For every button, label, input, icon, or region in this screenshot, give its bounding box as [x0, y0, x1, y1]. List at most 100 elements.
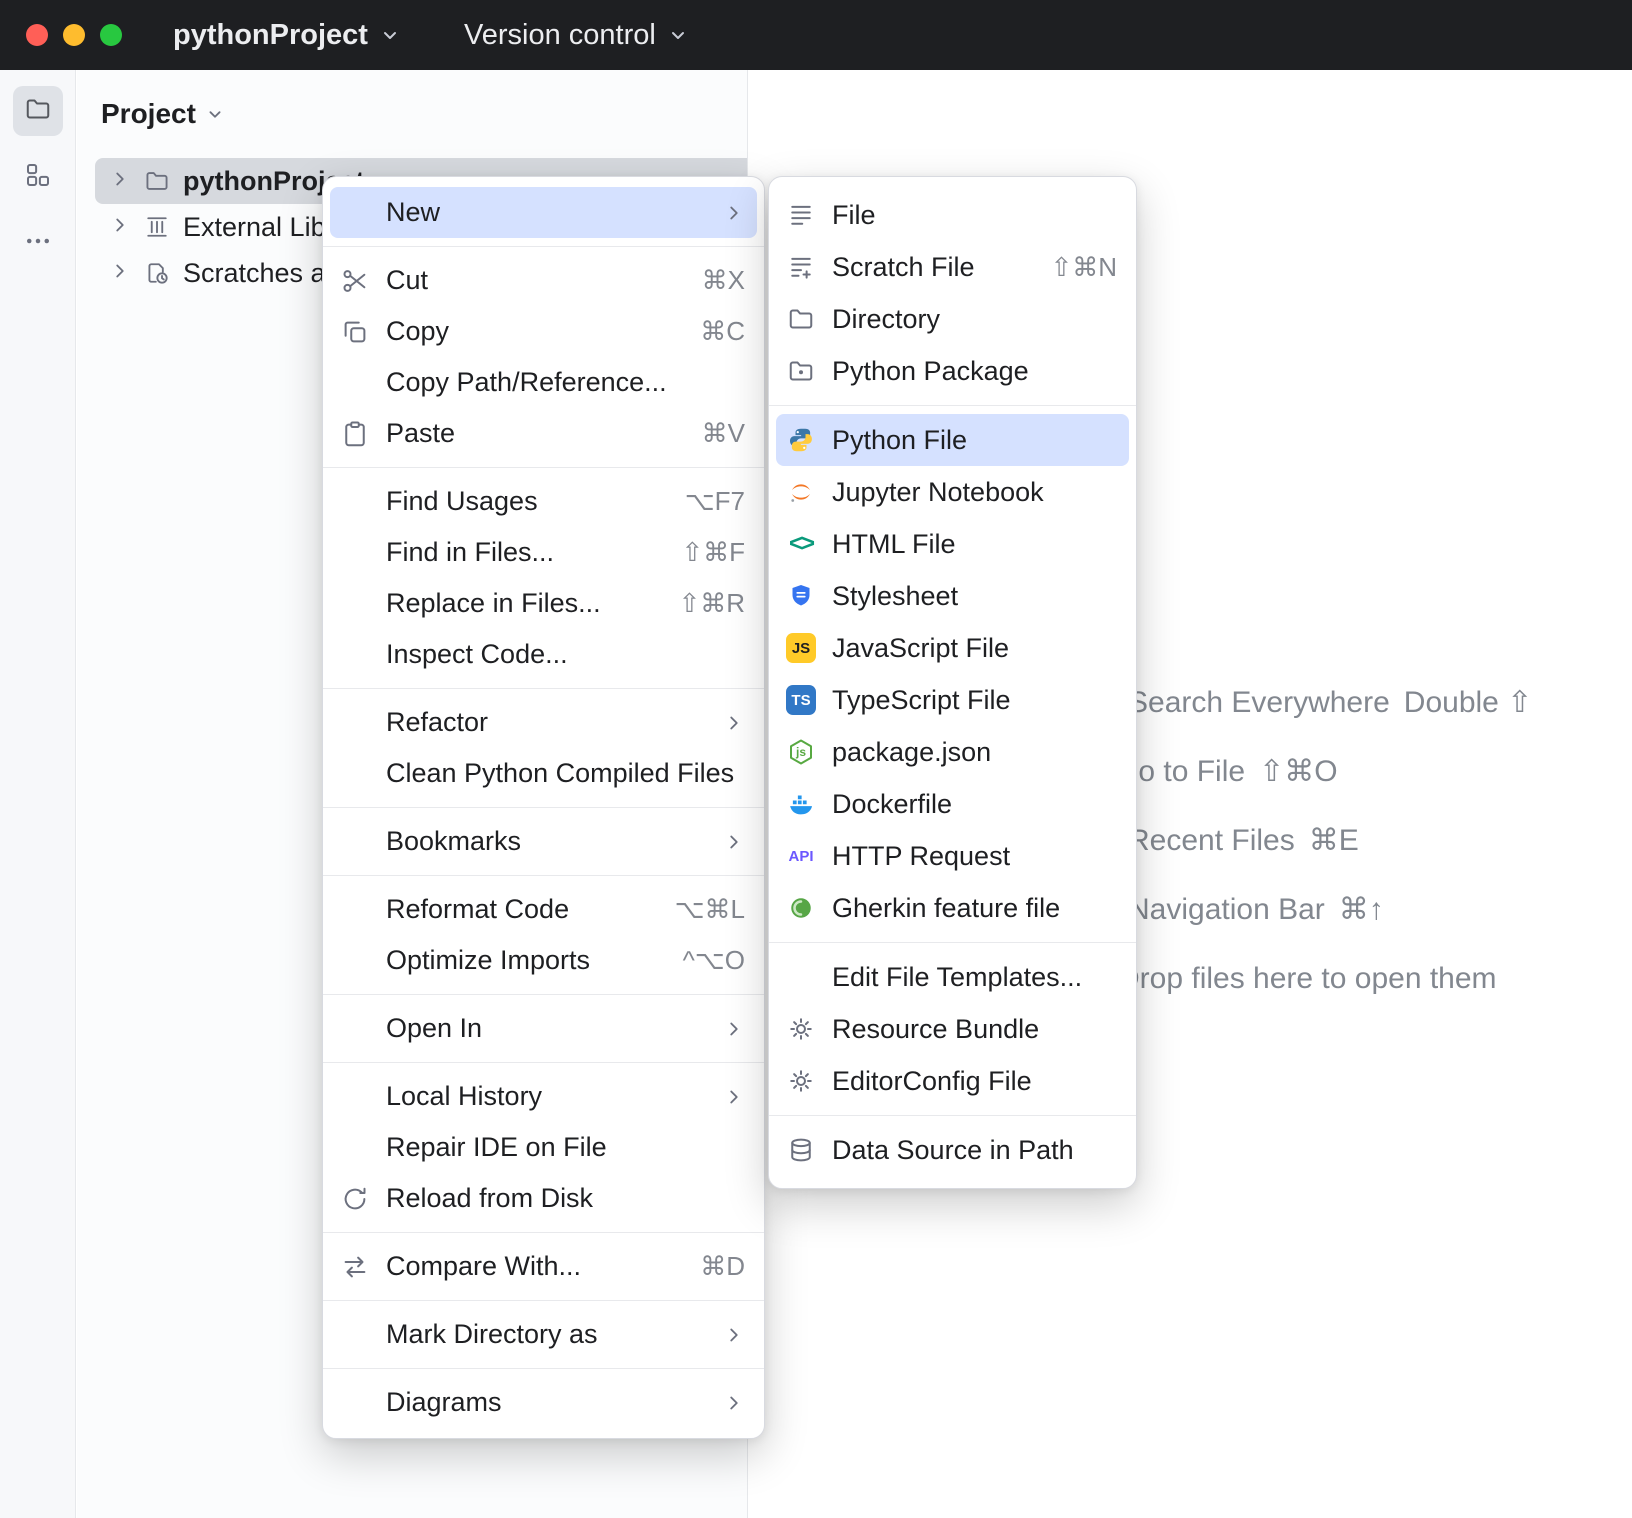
scratch-file-icon	[784, 250, 818, 284]
submenu-item-python-file[interactable]: Python File	[776, 414, 1129, 466]
menu-separator	[323, 467, 764, 468]
menu-item-copy[interactable]: Copy ⌘C	[330, 306, 757, 357]
blank-icon-slot	[338, 536, 372, 570]
context-menu: New Cut ⌘X Copy ⌘C Copy Path/Reference..…	[322, 176, 765, 1439]
menu-separator	[323, 1062, 764, 1063]
menu-item-find-in-files[interactable]: Find in Files... ⇧⌘F	[330, 527, 757, 578]
menu-item-optimize-imports[interactable]: Optimize Imports ^⌥O	[330, 935, 757, 986]
library-icon	[143, 213, 171, 241]
submenu-item-javascript-file[interactable]: JS JavaScript File	[776, 622, 1129, 674]
chevron-right-icon	[723, 1018, 745, 1040]
submenu-item-dockerfile[interactable]: Dockerfile	[776, 778, 1129, 830]
blank-icon-slot	[338, 757, 372, 791]
blank-icon-slot	[338, 825, 372, 859]
chevron-down-icon	[204, 103, 226, 125]
submenu-item-file[interactable]: File	[776, 189, 1129, 241]
menu-item-reformat-code[interactable]: Reformat Code ⌥⌘L	[330, 884, 757, 935]
api-icon: API	[784, 839, 818, 873]
minimize-button[interactable]	[63, 24, 85, 46]
menu-item-clean-python-compiled-files[interactable]: Clean Python Compiled Files	[330, 748, 757, 799]
hint-search-everywhere: Search EverywhereDouble ⇧	[1128, 668, 1532, 737]
menu-item-inspect-code[interactable]: Inspect Code...	[330, 629, 757, 680]
structure-tool-window-button[interactable]	[13, 152, 63, 202]
chevron-right-icon	[723, 712, 745, 734]
submenu-item-python-package[interactable]: Python Package	[776, 345, 1129, 397]
menu-item-open-in[interactable]: Open In	[330, 1003, 757, 1054]
chevron-right-icon	[723, 1324, 745, 1346]
hint-recent-files: Recent Files⌘E	[1128, 806, 1532, 875]
menu-item-compare-with[interactable]: Compare With... ⌘D	[330, 1241, 757, 1292]
menu-separator	[769, 1115, 1136, 1116]
file-icon	[784, 198, 818, 232]
submenu-item-html-file[interactable]: <> HTML File	[776, 518, 1129, 570]
version-control-label: Version control	[464, 19, 656, 52]
jupyter-icon	[784, 475, 818, 509]
html-icon: <>	[784, 527, 818, 561]
more-tool-windows-button[interactable]	[13, 218, 63, 268]
blank-icon-slot	[338, 1386, 372, 1420]
submenu-item-gherkin-feature-file[interactable]: Gherkin feature file	[776, 882, 1129, 934]
menu-item-repair-ide-on-file[interactable]: Repair IDE on File	[330, 1122, 757, 1173]
gear-icon	[784, 1012, 818, 1046]
database-icon	[784, 1133, 818, 1167]
menu-item-mark-directory-as[interactable]: Mark Directory as	[330, 1309, 757, 1360]
menu-item-copy-path-reference[interactable]: Copy Path/Reference...	[330, 357, 757, 408]
blank-icon-slot	[338, 944, 372, 978]
folder-icon	[143, 167, 171, 195]
tool-window-strip	[0, 70, 76, 1518]
project-tool-window-button[interactable]	[13, 86, 63, 136]
submenu-item-package-json[interactable]: js package.json	[776, 726, 1129, 778]
project-selector[interactable]: pythonProject	[137, 19, 402, 52]
project-panel-header[interactable]: Project	[77, 70, 747, 158]
submenu-item-edit-file-templates[interactable]: Edit File Templates...	[776, 951, 1129, 1003]
menu-item-local-history[interactable]: Local History	[330, 1071, 757, 1122]
menu-item-new[interactable]: New	[330, 187, 757, 238]
chevron-right-icon[interactable]	[109, 258, 131, 289]
menu-separator	[323, 1368, 764, 1369]
scissors-icon	[338, 264, 372, 298]
hint-go-to-file: Go to File⇧⌘O	[1115, 737, 1532, 806]
submenu-item-directory[interactable]: Directory	[776, 293, 1129, 345]
chevron-down-icon	[378, 23, 402, 47]
menu-item-paste[interactable]: Paste ⌘V	[330, 408, 757, 459]
menu-separator	[323, 1232, 764, 1233]
package-icon	[784, 354, 818, 388]
menu-item-find-usages[interactable]: Find Usages ⌥F7	[330, 476, 757, 527]
menu-separator	[323, 807, 764, 808]
submenu-item-editorconfig-file[interactable]: EditorConfig File	[776, 1055, 1129, 1107]
chevron-right-icon[interactable]	[109, 212, 131, 243]
menu-separator	[323, 1300, 764, 1301]
node-hexagon-icon: js	[784, 735, 818, 769]
chevron-right-icon[interactable]	[109, 166, 131, 197]
blank-icon-slot	[338, 366, 372, 400]
new-submenu: File Scratch File ⇧⌘N Directory Python P…	[768, 176, 1137, 1189]
project-panel-title: Project	[101, 98, 196, 130]
version-control-selector[interactable]: Version control	[402, 19, 690, 52]
menu-separator	[323, 994, 764, 995]
menu-item-replace-in-files[interactable]: Replace in Files... ⇧⌘R	[330, 578, 757, 629]
chevron-right-icon	[723, 202, 745, 224]
menu-item-cut[interactable]: Cut ⌘X	[330, 255, 757, 306]
submenu-item-data-source-in-path[interactable]: Data Source in Path	[776, 1124, 1129, 1176]
submenu-item-scratch-file[interactable]: Scratch File ⇧⌘N	[776, 241, 1129, 293]
menu-separator	[323, 875, 764, 876]
submenu-item-typescript-file[interactable]: TS TypeScript File	[776, 674, 1129, 726]
folder-icon	[784, 302, 818, 336]
menu-item-reload-from-disk[interactable]: Reload from Disk	[330, 1173, 757, 1224]
menu-item-bookmarks[interactable]: Bookmarks	[330, 816, 757, 867]
submenu-item-jupyter-notebook[interactable]: Jupyter Notebook	[776, 466, 1129, 518]
hint-navigation-bar: Navigation Bar⌘↑	[1128, 875, 1532, 944]
menu-item-diagrams[interactable]: Diagrams	[330, 1377, 757, 1428]
submenu-item-http-request[interactable]: API HTTP Request	[776, 830, 1129, 882]
close-button[interactable]	[26, 24, 48, 46]
structure-icon	[23, 160, 53, 195]
submenu-item-resource-bundle[interactable]: Resource Bundle	[776, 1003, 1129, 1055]
chevron-down-icon	[666, 23, 690, 47]
blank-icon-slot	[338, 485, 372, 519]
fullscreen-button[interactable]	[100, 24, 122, 46]
blank-icon-slot	[784, 960, 818, 994]
menu-item-refactor[interactable]: Refactor	[330, 697, 757, 748]
chevron-right-icon	[723, 1086, 745, 1108]
blank-icon-slot	[338, 638, 372, 672]
submenu-item-stylesheet[interactable]: Stylesheet	[776, 570, 1129, 622]
